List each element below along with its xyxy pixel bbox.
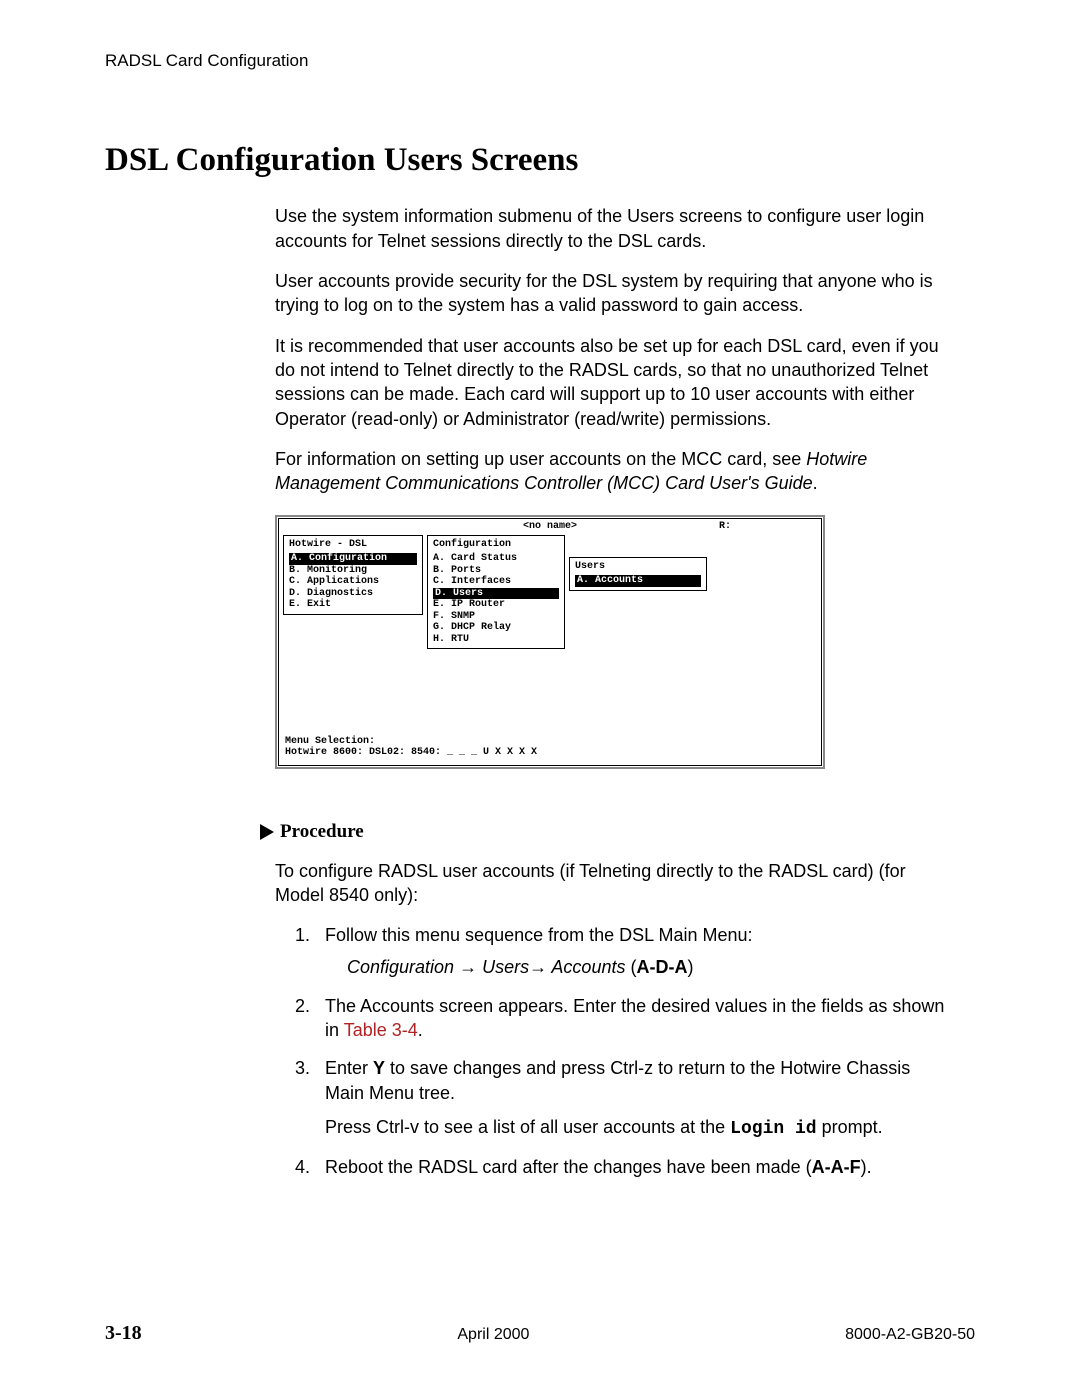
step-3-text-c: Press Ctrl-v to see a list of all user a… [325, 1117, 730, 1137]
procedure-heading: Procedure [280, 819, 364, 845]
menu-config-e: E. IP Router [433, 599, 559, 611]
paragraph-4: For information on setting up user accou… [275, 447, 955, 496]
p4-tail: . [813, 473, 818, 493]
step-4-text-a: Reboot the RADSL card after the changes … [325, 1157, 812, 1177]
step-3-text-d: prompt. [817, 1117, 883, 1137]
term-status-2: Hotwire 8600: DSL02: 8540: _ _ _ U X X X… [285, 747, 815, 759]
step-1-arrow-1: → [459, 957, 477, 977]
p4-lead: For information on setting up user accou… [275, 449, 806, 469]
terminal-screenshot: <no name> R: Hotwire - DSL A. Configurat… [275, 515, 825, 769]
page-footer: 3-18 April 2000 8000-A2-GB20-50 [105, 1320, 975, 1347]
step-3-loginid: Login id [730, 1119, 816, 1139]
step-1-paren-close: ) [687, 957, 693, 977]
menu-main: Hotwire - DSL A. Configuration B. Monito… [283, 535, 423, 615]
menu-main-b: B. Monitoring [289, 565, 417, 577]
menu-users-a: A. Accounts [575, 575, 701, 587]
menu-users: Users A. Accounts [569, 557, 707, 591]
menu-config-h: H. RTU [433, 634, 559, 646]
menu-config-d: D. Users [433, 588, 559, 600]
procedure-triangle-icon [260, 824, 274, 840]
term-status-1: Menu Selection: [285, 736, 815, 748]
paragraph-1: Use the system information submenu of th… [275, 204, 955, 253]
step-3-text-a: Enter [325, 1058, 373, 1078]
menu-main-d: D. Diagnostics [289, 588, 417, 600]
page-number: 3-18 [105, 1320, 142, 1347]
procedure-intro: To configure RADSL user accounts (if Tel… [275, 859, 955, 908]
step-4-text-b: ). [861, 1157, 872, 1177]
step-1: 1. Follow this menu sequence from the DS… [295, 923, 950, 980]
menu-main-e: E. Exit [289, 599, 417, 611]
menu-config-f: F. SNMP [433, 611, 559, 623]
step-2-text-b: . [418, 1020, 423, 1040]
step-1-num: 1. [295, 923, 315, 980]
paragraph-3: It is recommended that user accounts als… [275, 334, 955, 431]
footer-doc-id: 8000-A2-GB20-50 [845, 1324, 975, 1346]
menu-config-a: A. Card Status [433, 553, 559, 565]
page-title: DSL Configuration Users Screens [105, 138, 975, 183]
step-4-num: 4. [295, 1155, 315, 1179]
menu-main-a: A. Configuration [289, 553, 417, 565]
step-2-table-link[interactable]: Table 3-4 [344, 1020, 418, 1040]
step-3-y: Y [373, 1058, 385, 1078]
step-1-text: Follow this menu sequence from the DSL M… [325, 923, 950, 947]
step-2: 2. The Accounts screen appears. Enter th… [295, 994, 950, 1043]
menu-main-c: C. Applications [289, 576, 417, 588]
menu-config-title: Configuration [433, 539, 559, 554]
menu-config-b: B. Ports [433, 565, 559, 577]
term-title: <no name> [523, 521, 577, 533]
menu-main-title: Hotwire - DSL [289, 539, 417, 554]
running-header: RADSL Card Configuration [105, 50, 975, 73]
step-3: 3. Enter Y to save changes and press Ctr… [295, 1056, 950, 1141]
step-4: 4. Reboot the RADSL card after the chang… [295, 1155, 950, 1179]
step-1-path-a: Configuration [347, 957, 459, 977]
menu-config-g: G. DHCP Relay [433, 622, 559, 634]
menu-config-c: C. Interfaces [433, 576, 559, 588]
step-1-code: A-D-A [636, 957, 687, 977]
step-1-path-b: Users [477, 957, 529, 977]
step-2-num: 2. [295, 994, 315, 1043]
step-4-code: A-A-F [812, 1157, 861, 1177]
menu-users-title: Users [575, 561, 701, 576]
footer-date: April 2000 [457, 1324, 529, 1346]
step-3-text-b: to save changes and press Ctrl-z to retu… [325, 1058, 910, 1102]
step-1-path-c: Accounts [547, 957, 630, 977]
step-1-arrow-2: → [529, 957, 547, 977]
term-right-label: R: [719, 521, 731, 533]
step-3-num: 3. [295, 1056, 315, 1141]
paragraph-2: User accounts provide security for the D… [275, 269, 955, 318]
menu-config: Configuration A. Card Status B. Ports C.… [427, 535, 565, 650]
